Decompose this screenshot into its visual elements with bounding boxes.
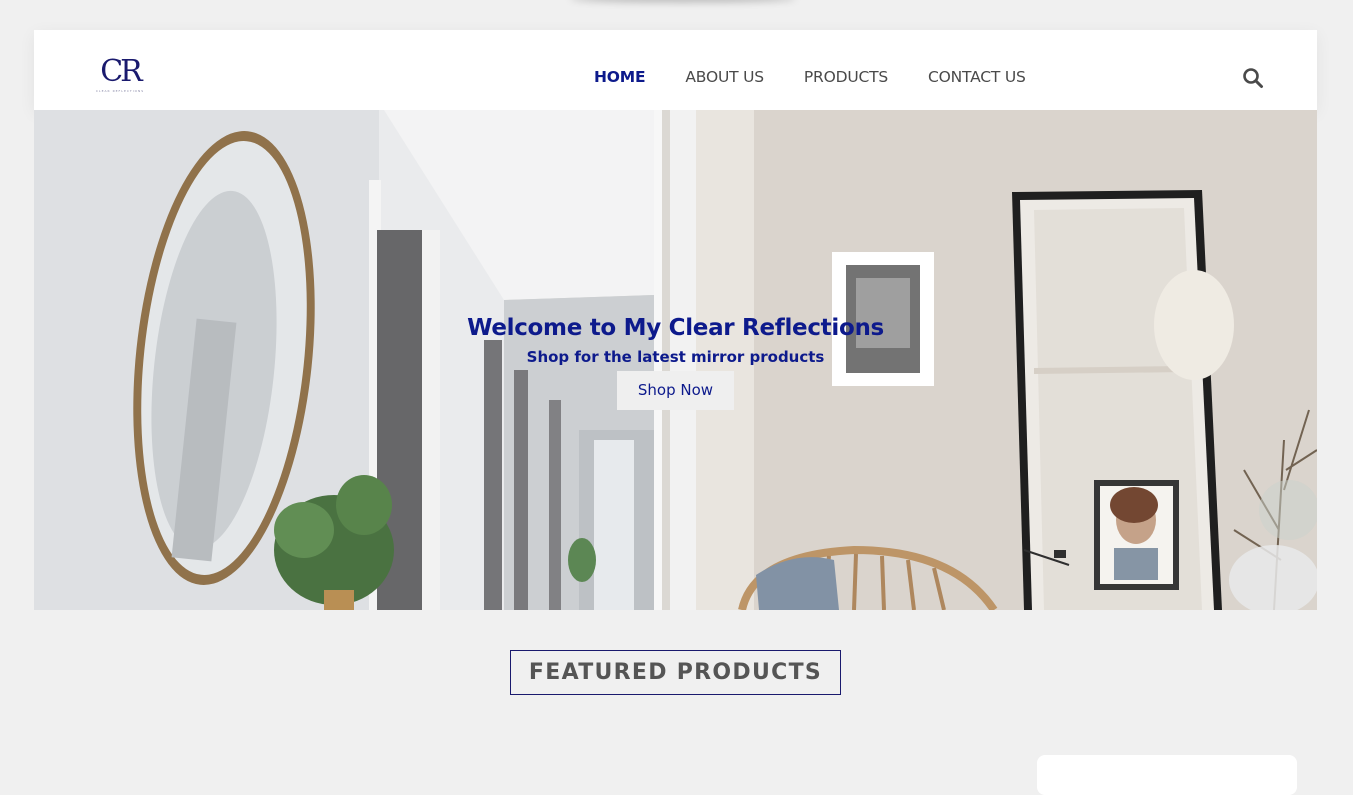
main-nav: HOME ABOUT US PRODUCTS CONTACT US bbox=[594, 66, 1066, 88]
nav-link-home[interactable]: HOME bbox=[594, 66, 646, 88]
nav-link-products[interactable]: PRODUCTS bbox=[804, 66, 888, 88]
product-card[interactable] bbox=[1037, 755, 1297, 795]
shop-now-button[interactable]: Shop Now bbox=[617, 371, 734, 410]
hero-title: Welcome to My Clear Reflections bbox=[467, 315, 884, 341]
nav-link-contact-us[interactable]: CONTACT US bbox=[928, 66, 1026, 88]
logo-mark: CR bbox=[100, 54, 143, 89]
hero-banner: Welcome to My Clear Reflections Shop for… bbox=[34, 110, 1317, 610]
search-button[interactable] bbox=[1242, 67, 1264, 89]
search-icon bbox=[1243, 68, 1263, 88]
site-header: CR CLEAR REFLECTIONS HOME ABOUT US PRODU… bbox=[34, 30, 1317, 110]
hero-subtitle: Shop for the latest mirror products bbox=[526, 348, 825, 366]
logo-tagline: CLEAR REFLECTIONS bbox=[95, 89, 145, 93]
featured-products-heading: FEATURED PRODUCTS bbox=[510, 650, 841, 695]
nav-link-about-us[interactable]: ABOUT US bbox=[685, 66, 764, 88]
site-logo[interactable]: CR CLEAR REFLECTIONS bbox=[88, 56, 152, 96]
